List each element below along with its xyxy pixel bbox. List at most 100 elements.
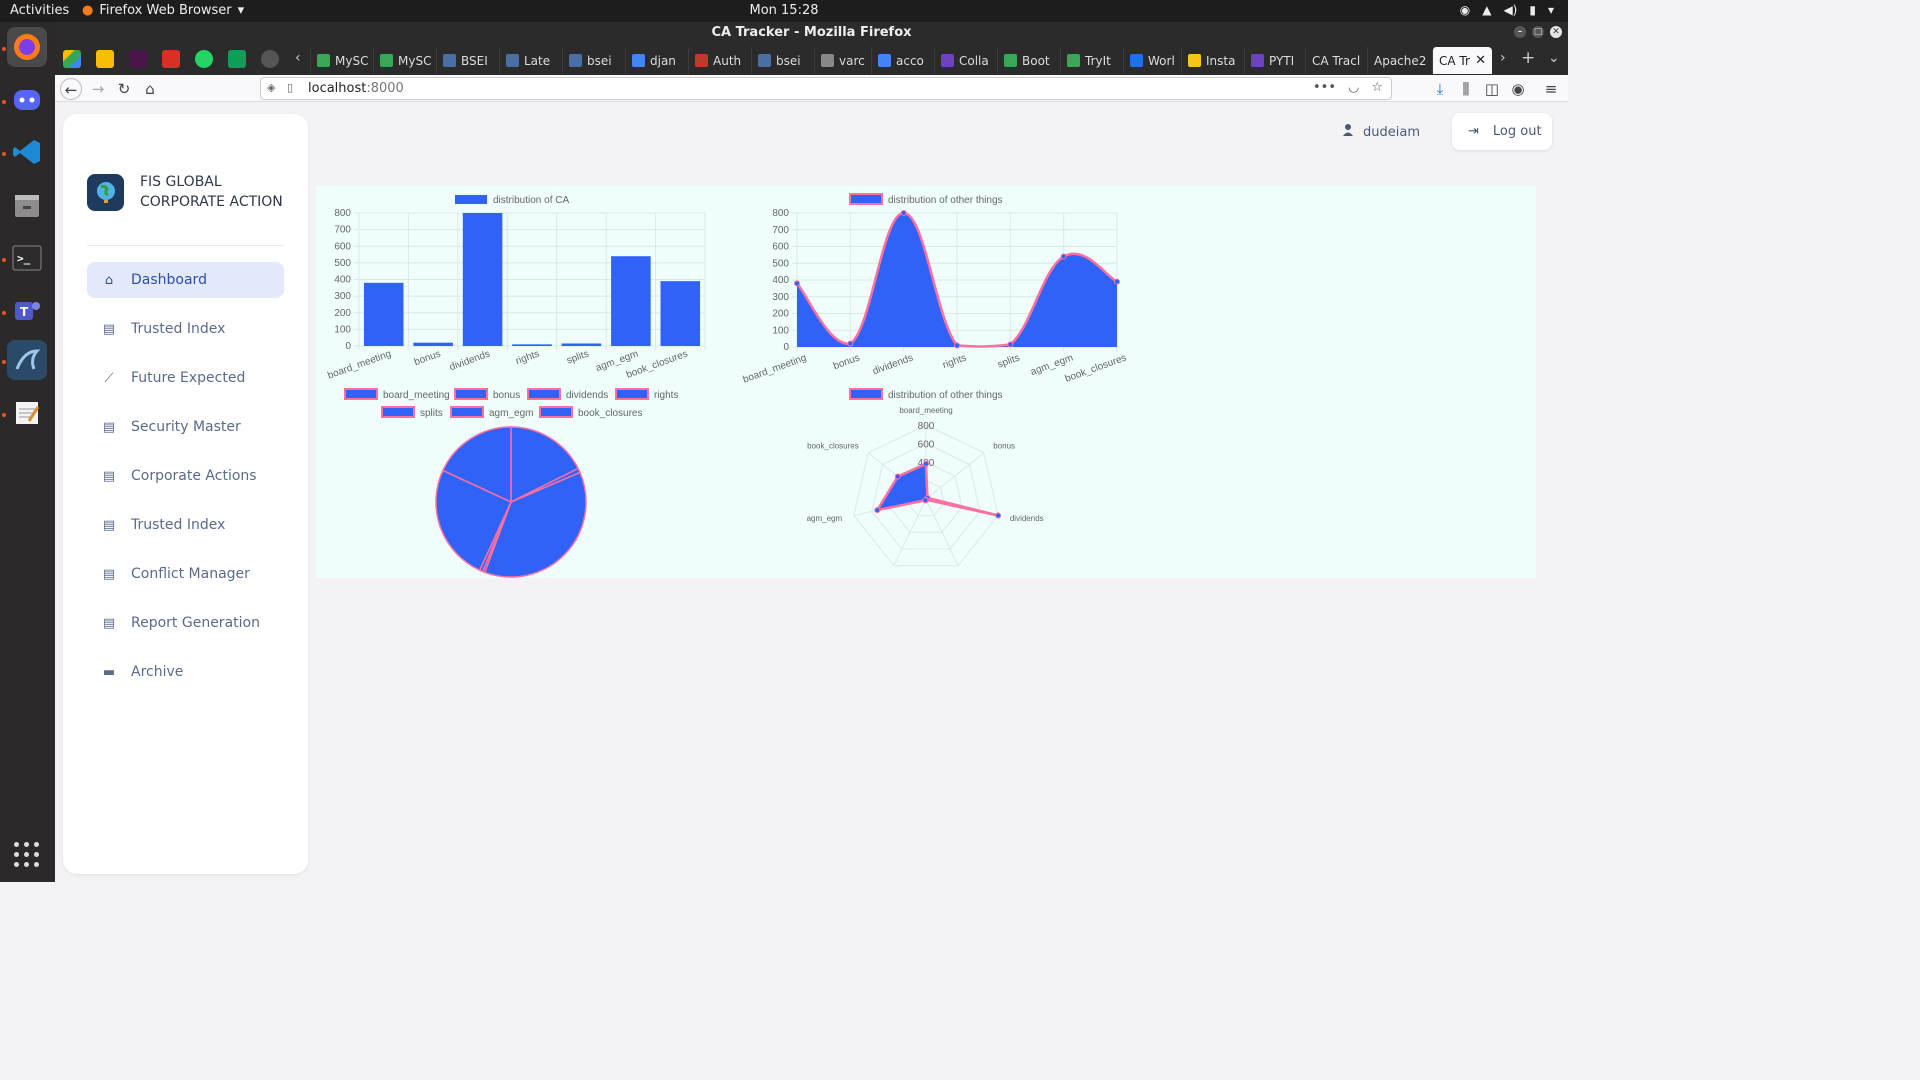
- bar-ytick-label: 0: [345, 341, 351, 352]
- show-applications-icon[interactable]: [14, 842, 40, 868]
- browser-tab[interactable]: varc: [814, 47, 871, 74]
- vscode-dock-icon[interactable]: [7, 132, 47, 172]
- app-menu-label: Firefox Web Browser: [99, 3, 232, 18]
- browser-tab[interactable]: bsei: [751, 47, 814, 74]
- discord-dock-icon[interactable]: [7, 80, 47, 120]
- browser-tab[interactable]: djan: [625, 47, 688, 74]
- page-actions-icon[interactable]: •••: [1313, 80, 1336, 95]
- pie-legend-swatch: [527, 388, 561, 400]
- browser-tab[interactable]: Late: [499, 47, 562, 74]
- new-tab-icon[interactable]: +: [1521, 48, 1535, 68]
- sidebar-item-conflict-manager[interactable]: ▤ Conflict Manager: [87, 556, 284, 592]
- terminal-dock-icon[interactable]: >_: [7, 238, 47, 278]
- browser-tab[interactable]: MySC: [310, 47, 373, 74]
- pinned-tab-slack[interactable]: [129, 50, 147, 68]
- discord-tray-icon[interactable]: ◉: [1460, 3, 1470, 17]
- volume-icon: ◀): [1503, 3, 1518, 17]
- back-icon[interactable]: ←: [60, 78, 82, 100]
- account-icon[interactable]: ◉: [1507, 78, 1529, 100]
- pie-legend-label: board_meeting: [383, 390, 450, 401]
- url-port: :8000: [366, 81, 404, 96]
- close-icon[interactable]: ✕: [1550, 26, 1562, 38]
- firefox-dock-icon[interactable]: [7, 27, 47, 67]
- files-dock-icon[interactable]: [7, 185, 47, 225]
- brand[interactable]: FIS GLOBAL CORPORATE ACTION: [87, 172, 290, 212]
- browser-tab[interactable]: Worl: [1123, 47, 1181, 74]
- tab-favicon-icon: [317, 54, 330, 67]
- teams-dock-icon[interactable]: T: [7, 291, 47, 331]
- sidebar-item-label: Corporate Actions: [131, 468, 257, 484]
- hamburger-menu-icon[interactable]: ≡: [1540, 78, 1562, 100]
- tab-label: Boot: [1022, 53, 1050, 68]
- list-tabs-icon[interactable]: ⌄: [1548, 50, 1560, 66]
- tab-favicon-icon: [1130, 54, 1143, 67]
- sidebar-item-trusted-index[interactable]: ▤ Trusted Index: [87, 311, 284, 347]
- sidebar-item-trusted-index[interactable]: ▤ Trusted Index: [87, 507, 284, 543]
- maximize-icon[interactable]: □: [1532, 26, 1544, 38]
- tab-active[interactable]: CA Tr ✕: [1432, 47, 1492, 74]
- logout-button[interactable]: ⇥ Log out: [1452, 113, 1552, 150]
- browser-tab[interactable]: Auth: [688, 47, 751, 74]
- sidebar-item-archive[interactable]: ▬ Archive: [87, 654, 284, 690]
- pie-legend-label: dividends: [566, 390, 608, 401]
- sidebar-item-security-master[interactable]: ▤ Security Master: [87, 409, 284, 445]
- text-editor-dock-icon[interactable]: [7, 393, 47, 433]
- sidebar-item-future-expected[interactable]: ⟋ Future Expected: [87, 360, 284, 396]
- radar-legend-swatch: [849, 388, 883, 400]
- pie-legend-label: splits: [420, 408, 443, 419]
- browser-tab[interactable]: BSEI: [436, 47, 499, 74]
- tracking-protection-icon[interactable]: ◈: [267, 81, 275, 94]
- close-tab-icon[interactable]: ✕: [1475, 53, 1486, 68]
- browser-tab[interactable]: Apache2: [1367, 47, 1429, 74]
- pinned-tab-whatsapp[interactable]: [195, 50, 213, 68]
- bookmark-star-icon[interactable]: ☆: [1371, 80, 1383, 95]
- browser-tab[interactable]: Colla: [934, 47, 997, 74]
- pocket-icon[interactable]: ◡: [1348, 80, 1359, 95]
- system-tray[interactable]: ◉ ▲ ◀) ▮ ▾: [1460, 3, 1554, 17]
- user-icon: [1343, 124, 1353, 140]
- sidebar-item-report-generation[interactable]: ▤ Report Generation: [87, 605, 284, 641]
- pinned-tab-github[interactable]: [261, 50, 279, 68]
- browser-tab[interactable]: bsei: [562, 47, 625, 74]
- home-icon[interactable]: ⌂: [139, 78, 161, 100]
- bar-xtick-label: rights: [514, 348, 541, 367]
- url-bar[interactable]: ◈ ▯ localhost:8000 ••• ◡ ☆: [260, 77, 1392, 100]
- activities-button[interactable]: Activities: [10, 3, 69, 18]
- sidebar-item-dashboard[interactable]: ⌂ Dashboard: [87, 262, 284, 298]
- mysql-workbench-dock-icon[interactable]: [7, 340, 47, 380]
- scroll-tabs-right-icon[interactable]: ›: [1500, 50, 1506, 66]
- radar-point: [874, 507, 881, 514]
- sidebar-item-corporate-actions[interactable]: ▤ Corporate Actions: [87, 458, 284, 494]
- sidebar-toggle-icon[interactable]: ◫: [1481, 78, 1503, 100]
- clock[interactable]: Mon 15:28: [749, 3, 818, 18]
- browser-tab[interactable]: PYTI: [1244, 47, 1305, 74]
- browser-tab[interactable]: Insta: [1181, 47, 1244, 74]
- browser-tab[interactable]: CA Tracl: [1305, 47, 1367, 74]
- browser-tab[interactable]: Boot: [997, 47, 1060, 74]
- pinned-tab-sheets[interactable]: [228, 50, 246, 68]
- archive-icon: ▬: [102, 664, 116, 680]
- app-menu[interactable]: ● Firefox Web Browser ▾: [82, 3, 244, 18]
- downloads-icon[interactable]: ⤓: [1429, 78, 1451, 100]
- browser-tab[interactable]: TryIt: [1060, 47, 1123, 74]
- tab-favicon-icon: [1004, 54, 1017, 67]
- scroll-tabs-left-icon[interactable]: ‹: [295, 50, 301, 66]
- bar-ytick-label: 200: [334, 308, 351, 319]
- tab-favicon-icon: [821, 54, 834, 67]
- library-icon[interactable]: ⫼: [1455, 78, 1477, 100]
- pinned-tab-gmail[interactable]: [162, 50, 180, 68]
- browser-tab[interactable]: MySC: [373, 47, 436, 74]
- pinned-tab-keep[interactable]: [96, 50, 114, 68]
- reload-icon[interactable]: ↻: [113, 78, 135, 100]
- page-icon[interactable]: ▯: [287, 81, 293, 94]
- minimize-icon[interactable]: –: [1514, 26, 1526, 38]
- chevron-down-icon: ▾: [1547, 3, 1554, 17]
- area-point: [1114, 278, 1120, 285]
- forward-icon[interactable]: →: [87, 78, 109, 100]
- tab-label: Insta: [1206, 53, 1236, 68]
- sign-out-icon: ⇥: [1468, 124, 1479, 139]
- radar-point: [923, 460, 929, 467]
- user-menu[interactable]: dudeiam: [1343, 124, 1420, 140]
- browser-tab[interactable]: acco: [871, 47, 934, 74]
- pinned-tab-drive[interactable]: [63, 50, 81, 68]
